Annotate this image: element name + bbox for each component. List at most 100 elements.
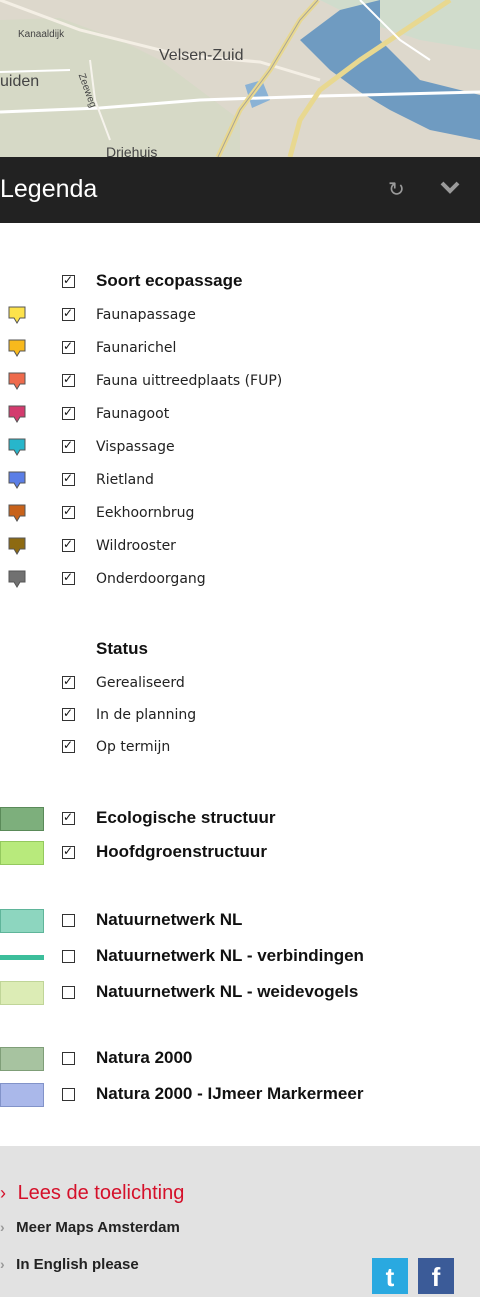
marker-pin-icon: [8, 471, 26, 489]
toelichting-link[interactable]: › Lees de toelichting: [0, 1182, 184, 1205]
checkbox[interactable]: [62, 950, 75, 963]
checkbox[interactable]: [62, 306, 75, 321]
legend-item[interactable]: Rietland: [0, 468, 480, 498]
legend-label: Onderdoorgang: [96, 571, 206, 587]
checkbox[interactable]: [62, 706, 75, 721]
legend-item[interactable]: Wildrooster: [0, 534, 480, 564]
english-link[interactable]: › In English please: [0, 1256, 139, 1273]
checkbox[interactable]: [62, 1088, 75, 1101]
legend-label: Faunapassage: [96, 307, 196, 323]
legend-label: Natura 2000 - IJmeer Markermeer: [96, 1084, 364, 1103]
marker-pin-icon: [8, 570, 26, 588]
legend-layer[interactable]: Natuurnetwerk NL: [0, 907, 480, 937]
marker-pin-icon: [8, 438, 26, 456]
legend-layer[interactable]: Natura 2000 - IJmeer Markermeer: [0, 1081, 480, 1111]
legend-item[interactable]: In de planning: [0, 703, 480, 733]
color-swatch: [0, 1047, 44, 1071]
checkbox[interactable]: [62, 674, 75, 689]
checkbox[interactable]: [62, 570, 75, 585]
legend-layer[interactable]: Hoofdgroenstructuur: [0, 839, 480, 869]
map-label: Kanaaldijk: [18, 29, 65, 40]
legend-layer[interactable]: Ecologische structuur: [0, 805, 480, 835]
checkbox[interactable]: [62, 986, 75, 999]
facebook-glyph: f: [431, 1262, 441, 1292]
marker-pin-icon: [8, 537, 26, 555]
checkbox[interactable]: [62, 537, 75, 552]
legend-title: Legenda: [0, 175, 98, 203]
color-swatch: [0, 807, 44, 831]
twitter-icon[interactable]: t: [372, 1258, 408, 1294]
color-swatch: [0, 909, 44, 933]
checkbox[interactable]: [62, 471, 75, 486]
checkbox[interactable]: [62, 844, 75, 859]
legend-item[interactable]: Op termijn: [0, 735, 480, 765]
map-label: Velsen-Zuid: [159, 47, 244, 64]
map-label: Driehuis: [106, 144, 158, 157]
legend-label: Faunarichel: [96, 340, 177, 356]
marker-pin-icon: [8, 504, 26, 522]
legend-label: Wildrooster: [96, 538, 176, 554]
legend-label: Hoofdgroenstructuur: [96, 842, 267, 861]
marker-pin-icon: [8, 372, 26, 390]
legend-label: In de planning: [96, 707, 197, 723]
color-swatch: [0, 981, 44, 1005]
legend-label: Natura 2000: [96, 1048, 193, 1067]
checkbox[interactable]: [62, 405, 75, 420]
refresh-icon[interactable]: ↻: [388, 177, 405, 201]
legend-layer[interactable]: Natura 2000: [0, 1045, 480, 1075]
checkbox[interactable]: [62, 914, 75, 927]
checkbox[interactable]: [62, 1052, 75, 1065]
footer: › Lees de toelichting › Meer Maps Amster…: [0, 1146, 480, 1297]
color-swatch: [0, 1083, 44, 1107]
legend-label: Faunagoot: [96, 406, 170, 422]
legend-label: Natuurnetwerk NL - verbindingen: [96, 946, 364, 965]
checkbox[interactable]: [62, 339, 75, 354]
legend-layer[interactable]: Natuurnetwerk NL - verbindingen: [0, 943, 480, 973]
checkbox[interactable]: [62, 738, 75, 753]
checkbox[interactable]: [62, 273, 75, 288]
map-label: uiden: [0, 73, 40, 90]
legend-group-status: Status: [0, 637, 480, 667]
legend-item[interactable]: Faunapassage: [0, 303, 480, 333]
marker-pin-icon: [8, 405, 26, 423]
legend-item[interactable]: Fauna uittreedplaats (FUP): [0, 369, 480, 399]
legend-label: Eekhoornbrug: [96, 505, 195, 521]
color-swatch: [0, 841, 44, 865]
legend-label: Op termijn: [96, 739, 171, 755]
line-swatch: [0, 955, 44, 960]
legend-header: Legenda ↻: [0, 157, 480, 223]
chevron-right-icon: ›: [0, 1219, 5, 1235]
chevron-right-icon: ›: [0, 1183, 6, 1203]
legend-label: Vispassage: [96, 439, 175, 455]
legend-item[interactable]: Vispassage: [0, 435, 480, 465]
facebook-icon[interactable]: f: [418, 1258, 454, 1294]
legend-panel: Soort ecopassage Faunapassage Faunariche…: [0, 223, 480, 1146]
english-label: In English please: [16, 1256, 139, 1273]
legend-item[interactable]: Onderdoorgang: [0, 567, 480, 597]
checkbox[interactable]: [62, 438, 75, 453]
chevron-down-icon[interactable]: [440, 177, 460, 202]
marker-pin-icon: [8, 306, 26, 324]
checkbox[interactable]: [62, 504, 75, 519]
legend-label: Natuurnetwerk NL - weidevogels: [96, 982, 359, 1001]
meer-maps-link[interactable]: › Meer Maps Amsterdam: [0, 1219, 180, 1236]
meer-maps-label: Meer Maps Amsterdam: [16, 1219, 180, 1236]
legend-item[interactable]: Eekhoornbrug: [0, 501, 480, 531]
checkbox[interactable]: [62, 810, 75, 825]
map-canvas: [0, 0, 480, 157]
checkbox[interactable]: [62, 372, 75, 387]
legend-item[interactable]: Faunarichel: [0, 336, 480, 366]
marker-pin-icon: [8, 339, 26, 357]
twitter-glyph: t: [385, 1262, 395, 1292]
legend-layer[interactable]: Natuurnetwerk NL - weidevogels: [0, 979, 480, 1009]
legend-item[interactable]: Gerealiseerd: [0, 671, 480, 701]
legend-heading: Status: [96, 639, 148, 658]
legend-label: Ecologische structuur: [96, 808, 276, 827]
legend-group-ecopassage[interactable]: Soort ecopassage: [0, 269, 480, 299]
chevron-right-icon: ›: [0, 1256, 5, 1272]
map-view[interactable]: Kanaaldijk Velsen-Zuid uiden Zeeweg Drie…: [0, 0, 480, 157]
legend-label: Natuurnetwerk NL: [96, 910, 243, 929]
legend-heading: Soort ecopassage: [96, 271, 243, 290]
legend-item[interactable]: Faunagoot: [0, 402, 480, 432]
legend-label: Gerealiseerd: [96, 675, 185, 691]
